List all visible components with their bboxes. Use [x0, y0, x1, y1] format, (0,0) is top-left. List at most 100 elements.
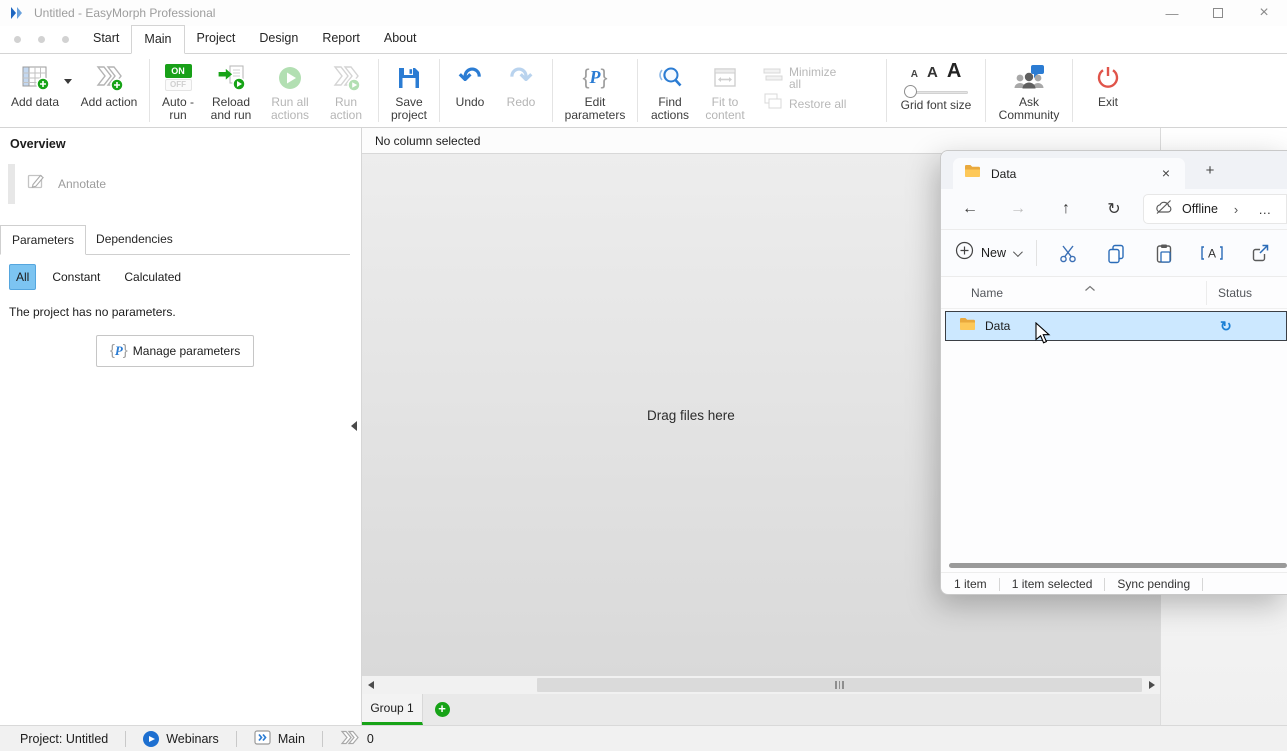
tab-report[interactable]: Report — [310, 25, 372, 54]
back-button[interactable]: ← — [955, 194, 985, 224]
new-tab-button[interactable]: + — [1199, 161, 1221, 183]
address-overflow-icon[interactable]: … — [1258, 202, 1272, 217]
filter-constant[interactable]: Constant — [42, 265, 110, 289]
tab-dependencies[interactable]: Dependencies — [86, 225, 183, 254]
copy-button[interactable] — [1099, 236, 1133, 270]
sidebar-collapse-handle[interactable] — [351, 421, 357, 431]
add-action-icon — [93, 59, 125, 96]
quick-access-dot[interactable] — [14, 36, 21, 43]
column-header-status[interactable]: Status — [1218, 286, 1252, 300]
tab-project[interactable]: Project — [185, 25, 248, 54]
redo-button[interactable]: ↷ Redo — [495, 54, 547, 127]
run-action-icon — [330, 59, 362, 96]
filter-calculated[interactable]: Calculated — [114, 265, 191, 289]
breadcrumb-chevron-icon[interactable]: › — [1234, 202, 1238, 217]
address-offline-label: Offline — [1182, 202, 1218, 216]
module-icon — [254, 730, 271, 748]
webinars-link[interactable]: Webinars — [143, 731, 219, 747]
window-arrange-group: Minimize all Restore all — [753, 54, 881, 127]
add-data-dropdown[interactable] — [64, 54, 74, 127]
scrollbar-thumb[interactable] — [537, 678, 1142, 692]
rename-button[interactable]: A — [1195, 236, 1229, 270]
run-action-button[interactable]: Run action — [319, 54, 373, 127]
quick-access-dots — [14, 36, 69, 43]
share-button[interactable] — [1243, 236, 1277, 270]
tab-parameters[interactable]: Parameters — [0, 225, 86, 255]
save-icon — [396, 59, 422, 96]
folder-icon — [964, 164, 981, 183]
tab-main[interactable]: Main — [131, 25, 184, 54]
column-divider[interactable] — [1206, 281, 1207, 305]
forward-button[interactable]: → — [1003, 194, 1033, 224]
restore-all-button[interactable]: Restore all — [763, 91, 881, 117]
list-column-headers: Name Status — [941, 277, 1287, 309]
canvas-horizontal-scrollbar[interactable] — [362, 676, 1160, 694]
save-project-button[interactable]: Save project — [384, 54, 434, 127]
scroll-right-arrow[interactable] — [1143, 676, 1160, 694]
new-item-button[interactable]: New — [955, 241, 1020, 265]
app-status-bar: Project: Untitled Webinars Main — [0, 725, 1287, 751]
address-bar[interactable]: Offline › … — [1143, 194, 1287, 224]
fit-to-content-icon — [712, 59, 738, 96]
auto-run-icon: ON OFF — [165, 59, 192, 96]
add-group-button[interactable]: + — [423, 694, 461, 725]
file-row-selected[interactable]: Data ↻ — [945, 311, 1287, 341]
run-all-actions-button[interactable]: Run all actions — [261, 54, 319, 127]
add-data-icon — [20, 59, 50, 96]
project-name-status: Project: Untitled — [20, 732, 108, 746]
fit-to-content-button[interactable]: Fit to content — [697, 54, 753, 127]
ask-community-button[interactable]: Ask Community — [991, 54, 1067, 127]
tab-about[interactable]: About — [372, 25, 429, 54]
scroll-left-arrow[interactable] — [362, 676, 379, 694]
quick-access-dot[interactable] — [62, 36, 69, 43]
minimize-all-button[interactable]: Minimize all — [763, 65, 881, 91]
find-actions-icon — [655, 59, 685, 96]
sort-ascending-icon — [1084, 279, 1096, 297]
parameter-filters: All Constant Calculated — [9, 264, 191, 290]
explorer-nav-row: ← → ↑ ↻ Offline › … — [941, 189, 1287, 229]
left-sidebar: Overview Annotate Parameters Dependencie… — [0, 128, 362, 725]
edit-parameters-button[interactable]: {P} Edit parameters — [558, 54, 632, 127]
grid-font-size-slider[interactable] — [904, 85, 968, 99]
group-tab[interactable]: Group 1 — [362, 694, 423, 725]
annotate-button[interactable]: Annotate — [27, 172, 106, 195]
paste-button[interactable] — [1147, 236, 1181, 270]
group-tab-strip: Group 1 + — [362, 694, 1160, 725]
slider-knob[interactable] — [904, 85, 917, 98]
manage-parameters-button[interactable]: {P} Manage parameters — [96, 335, 254, 367]
main-module-status[interactable]: Main — [254, 730, 305, 748]
explorer-tab[interactable]: Data × — [953, 158, 1185, 189]
explorer-horizontal-scrollbar[interactable] — [949, 563, 1287, 568]
ask-community-icon — [1011, 59, 1047, 96]
tab-start[interactable]: Start — [81, 25, 131, 54]
find-actions-button[interactable]: Find actions — [643, 54, 697, 127]
sync-status: Sync pending — [1117, 577, 1190, 591]
auto-run-toggle[interactable]: ON OFF Auto - run — [155, 54, 201, 127]
tab-close-icon[interactable]: × — [1157, 165, 1175, 183]
file-name: Data — [985, 319, 1010, 333]
exit-button[interactable]: Exit — [1078, 54, 1138, 127]
cut-button[interactable] — [1051, 236, 1085, 270]
add-data-button[interactable]: Add data — [6, 54, 64, 127]
up-button[interactable]: ↑ — [1051, 194, 1081, 224]
refresh-button[interactable]: ↻ — [1099, 194, 1129, 224]
maximize-button[interactable] — [1195, 0, 1241, 26]
ribbon-separator — [637, 59, 638, 122]
explorer-status-bar: 1 item 1 item selected Sync pending — [941, 572, 1287, 595]
folder-icon — [959, 317, 976, 336]
reload-and-run-button[interactable]: Reload and run — [201, 54, 261, 127]
running-tasks-status[interactable]: 0 — [340, 730, 374, 748]
filter-all[interactable]: All — [9, 264, 36, 290]
undo-button[interactable]: ↶ Undo — [445, 54, 495, 127]
minimize-button[interactable]: — — [1149, 0, 1195, 26]
tab-design[interactable]: Design — [247, 25, 310, 54]
column-header-name[interactable]: Name — [971, 286, 1003, 300]
add-action-button[interactable]: Add action — [74, 54, 144, 127]
quick-access-dot[interactable] — [38, 36, 45, 43]
annotate-pencil-icon — [27, 172, 46, 195]
selected-count: 1 item selected — [1012, 577, 1093, 591]
annotate-indicator-bar — [8, 164, 15, 204]
item-count: 1 item — [954, 577, 987, 591]
close-button[interactable]: × — [1241, 0, 1287, 26]
minimize-all-icon — [763, 68, 783, 87]
